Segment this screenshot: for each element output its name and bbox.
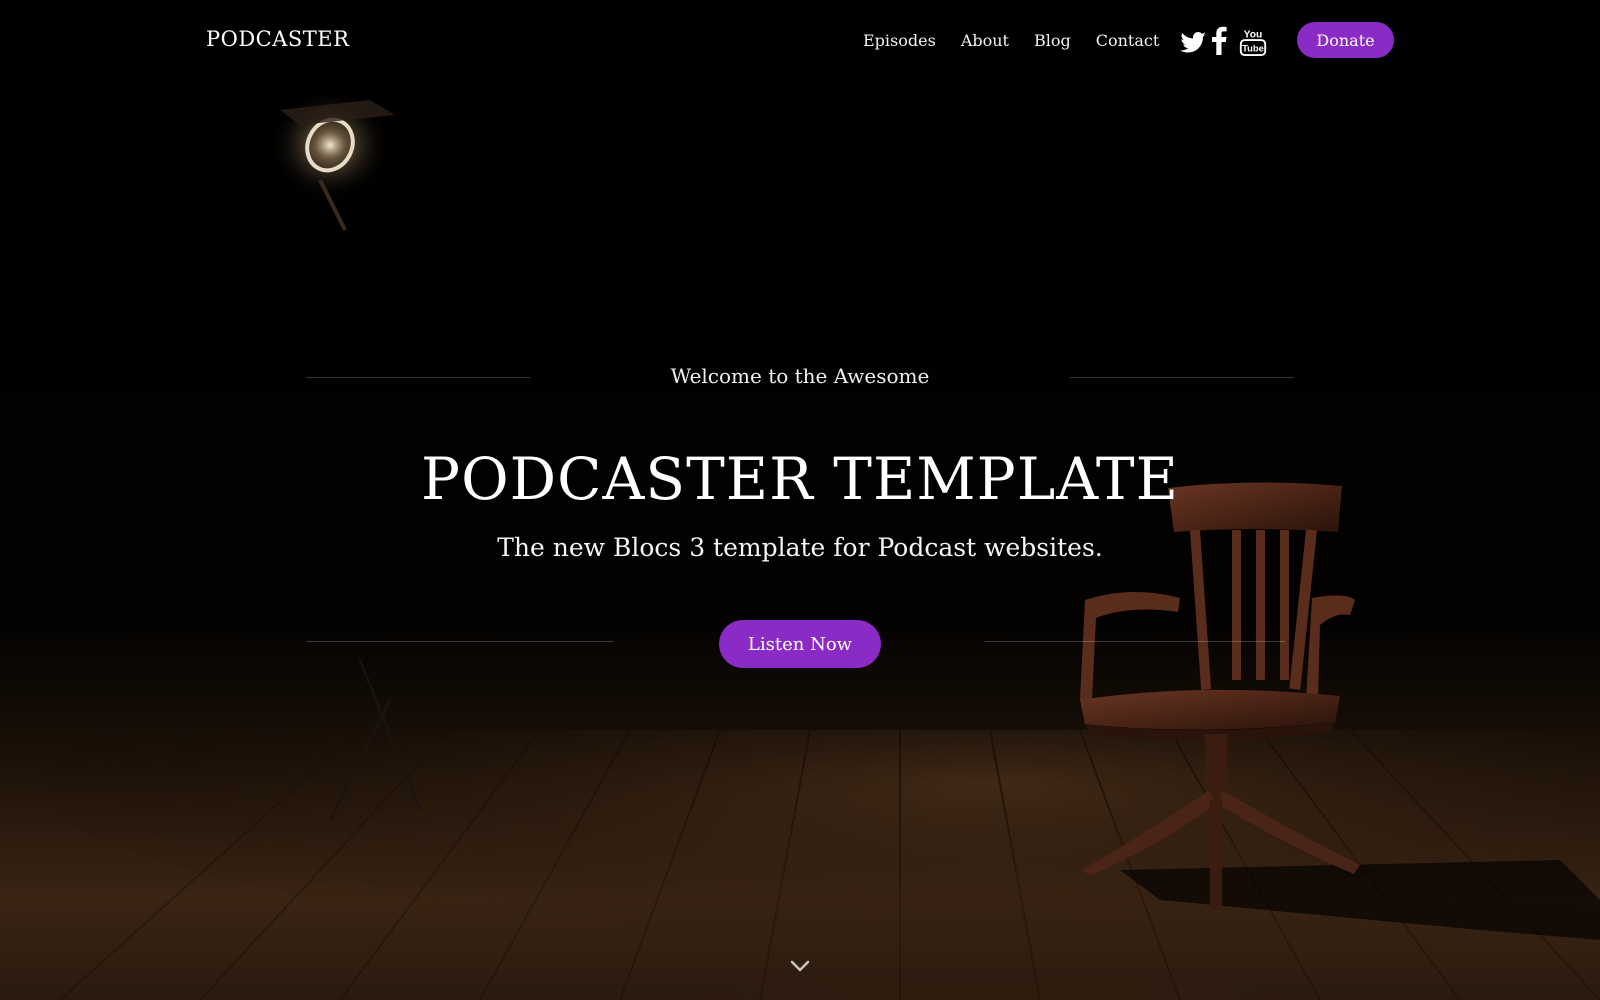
- nav-link-about[interactable]: About: [961, 31, 1009, 50]
- donate-button[interactable]: Donate: [1297, 22, 1394, 58]
- nav-links: Episodes About Blog Contact: [863, 31, 1184, 50]
- nav-link-contact[interactable]: Contact: [1096, 31, 1160, 50]
- hero-title: PODCASTER TEMPLATE: [421, 445, 1179, 513]
- listen-now-button[interactable]: Listen Now: [719, 620, 881, 668]
- divider-line: [306, 641, 614, 642]
- divider-line: [985, 641, 1285, 642]
- twitter-icon[interactable]: [1179, 26, 1207, 56]
- spotlight-lamp: [270, 90, 395, 231]
- nav-link-blog[interactable]: Blog: [1034, 31, 1071, 50]
- nav-link-episodes[interactable]: Episodes: [863, 31, 936, 50]
- youtube-icon[interactable]: You Tube: [1238, 26, 1268, 56]
- hero-subtitle: The new Blocs 3 template for Podcast web…: [497, 533, 1103, 562]
- hero-welcome-text: Welcome to the Awesome: [670, 364, 930, 388]
- youtube-text-you: You: [1244, 29, 1263, 40]
- brand-logo[interactable]: PODCASTER: [206, 27, 349, 51]
- youtube-text-tube: Tube: [1242, 43, 1264, 53]
- chevron-down-icon[interactable]: [789, 958, 811, 974]
- top-navbar: PODCASTER Episodes About Blog Contact Yo…: [0, 0, 1600, 80]
- hero-background: PODCASTER Episodes About Blog Contact Yo…: [0, 0, 1600, 1000]
- facebook-icon[interactable]: [1210, 26, 1228, 56]
